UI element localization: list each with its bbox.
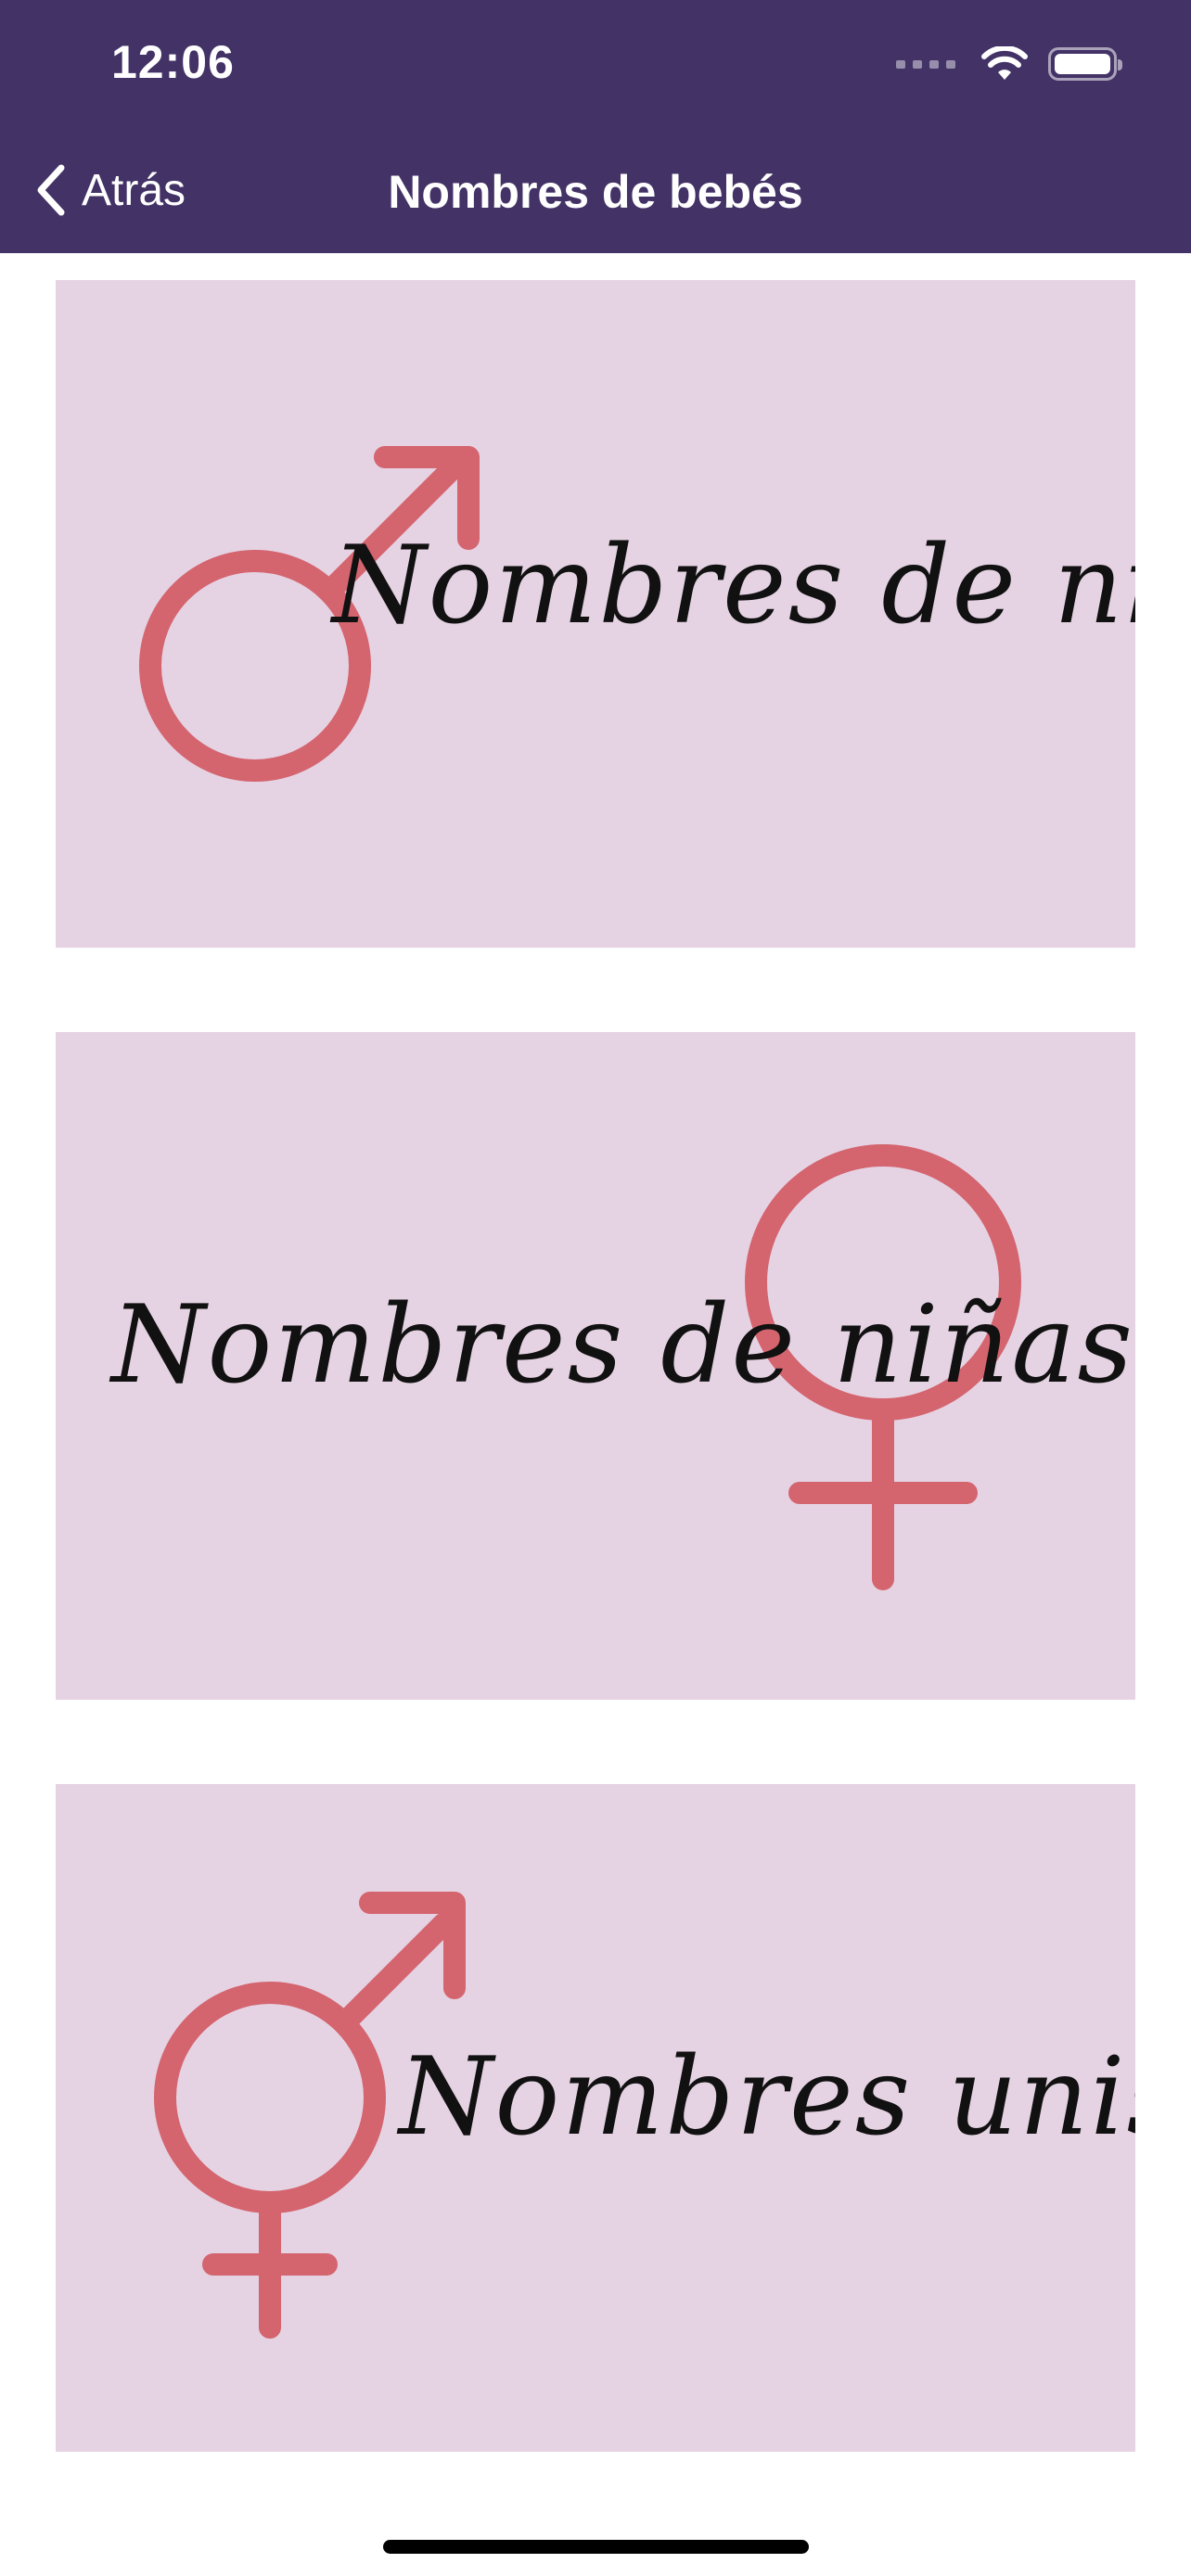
home-indicator[interactable] — [383, 2540, 809, 2554]
battery-icon — [1048, 47, 1122, 81]
card-label: Nombres de niñas — [111, 1282, 1135, 1408]
status-icons — [896, 46, 1122, 82]
wifi-icon — [981, 46, 1028, 80]
card-girl-names[interactable]: Nombres de niñas — [56, 1032, 1135, 1700]
card-boy-names[interactable]: Nombres de niños — [56, 280, 1135, 948]
card-label: Nombres de niños — [332, 523, 1135, 648]
signal-bars-icon — [896, 59, 955, 69]
page-title: Nombres de bebés — [388, 166, 803, 218]
card-unisex-names[interactable]: Nombres unisex — [56, 1784, 1135, 2452]
navigation-header: 12:06 Atrás Nombres de bebés — [0, 0, 1191, 253]
screen: 12:06 Atrás Nombres de bebés Nombres de … — [0, 0, 1191, 2576]
status-time: 12:06 — [111, 36, 235, 88]
card-label: Nombres unisex — [399, 2034, 1135, 2160]
